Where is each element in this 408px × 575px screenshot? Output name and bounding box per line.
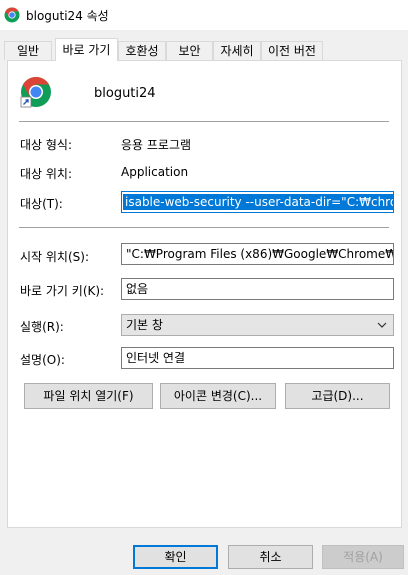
target-location-label: 대상 위치: [20,167,73,181]
separator [19,121,389,122]
change-icon-button[interactable]: 아이콘 변경(C)... [160,383,276,409]
tab-details[interactable]: 자세히 [213,41,261,60]
comment-input[interactable]: 인터넷 연결 [121,347,394,369]
comment-label: 설명(O): [20,353,65,367]
target-location-value: Application [121,165,189,179]
target-type-label: 대상 형식: [20,138,73,152]
run-select[interactable]: 기본 창 [121,314,394,336]
tab-previous-versions[interactable]: 이전 버전 [261,41,323,60]
shortcut-name: bloguti24 [94,86,156,101]
cancel-button[interactable]: 취소 [228,545,313,569]
start-in-input[interactable]: "C:₩Program Files (x86)₩Google₩Chrome₩Ap… [121,243,394,265]
chevron-down-icon [377,322,387,328]
tab-bar: 일반 바로 가기 호환성 보안 자세히 이전 버전 [0,38,408,61]
tab-general[interactable]: 일반 [4,41,52,60]
run-label: 실행(R): [20,320,64,334]
target-input[interactable]: isable-web-security --user-data-dir="C:₩… [121,191,394,213]
shortcut-key-input[interactable]: 없음 [121,278,394,300]
chrome-icon [4,7,20,23]
tab-security[interactable]: 보안 [166,41,213,60]
target-type-value: 응용 프로그램 [121,138,192,152]
tab-shortcut[interactable]: 바로 가기 [55,38,118,61]
tab-compatibility[interactable]: 호환성 [118,41,166,60]
run-select-value: 기본 창 [126,318,163,332]
separator [19,227,389,228]
open-file-location-button[interactable]: 파일 위치 열기(F) [24,383,153,409]
target-label: 대상(T): [20,197,63,211]
start-in-label: 시작 위치(S): [20,250,89,264]
advanced-button[interactable]: 고급(D)... [285,383,390,409]
target-value: isable-web-security --user-data-dir="C:₩… [123,194,393,210]
apply-button[interactable]: 적용(A) [322,545,404,569]
ok-button[interactable]: 확인 [133,545,218,569]
chrome-shortcut-icon [20,77,51,108]
shortcut-key-label: 바로 가기 키(K): [20,284,105,298]
window-title: bloguti24 속성 [26,9,109,23]
title-bar: bloguti24 속성 [0,0,408,30]
